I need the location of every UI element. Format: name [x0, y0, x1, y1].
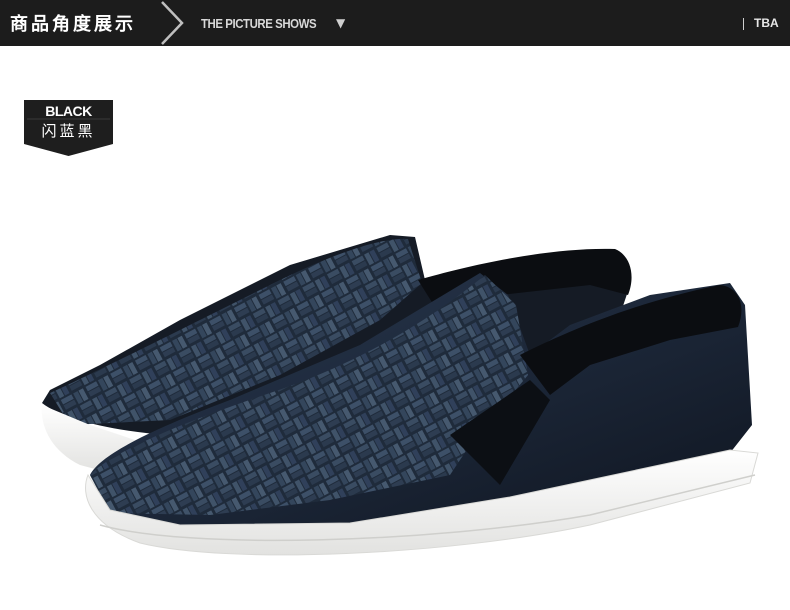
color-name-chinese: 闪蓝黑: [41, 122, 96, 140]
header-right-label: TBA: [754, 16, 779, 30]
product-image: [41, 235, 759, 556]
header-subtitle: THE PICTURE SHOWS: [201, 15, 317, 31]
chevron-right-icon: [161, 1, 184, 45]
dropdown-arrow-icon: ▼: [336, 16, 346, 30]
header-divider: [743, 18, 744, 30]
color-tag: BLACK 闪蓝黑: [24, 100, 113, 156]
header-bar: 商品角度展示 THE PICTURE SHOWS ▼ TBA: [0, 0, 790, 46]
color-name-english: BLACK: [45, 103, 92, 119]
